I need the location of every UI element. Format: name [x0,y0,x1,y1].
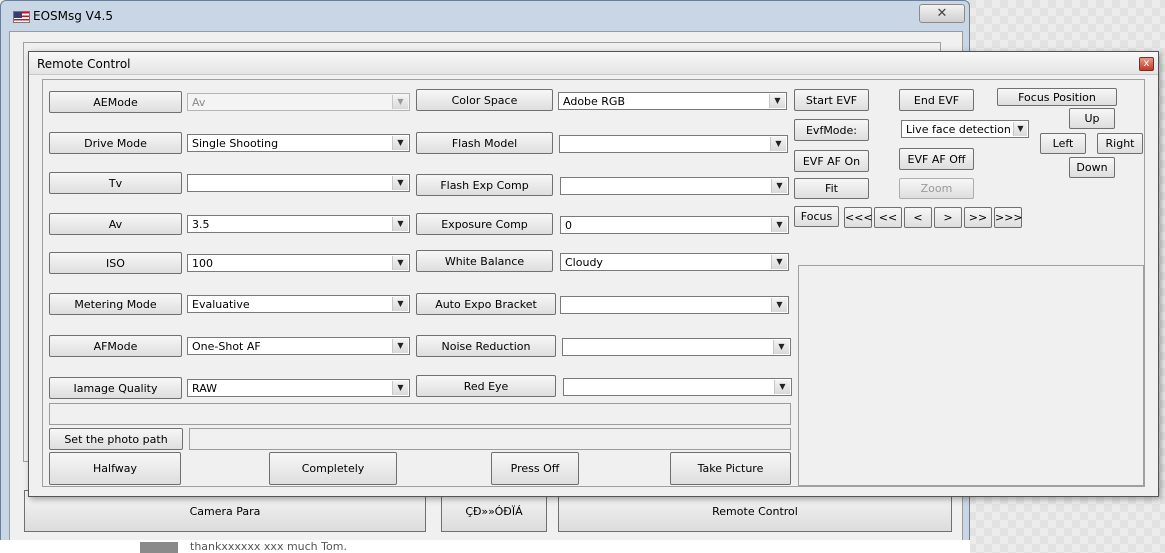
auto-expo-bracket-select[interactable]: ▼ [560,296,789,314]
focus-step-button[interactable]: < [904,207,932,228]
focus-down-button[interactable]: Down [1069,157,1115,178]
live-view-area [798,265,1144,486]
chevron-down-icon: ▼ [774,380,790,394]
evf-af-on-button[interactable]: EVF AF On [794,150,869,172]
afmode-select-value: One-Shot AF [192,340,261,353]
focus-step-button[interactable]: <<< [844,207,873,228]
chevron-down-icon: ▼ [392,136,408,150]
iamage-quality-select[interactable]: RAW ▼ [187,379,410,397]
focus-step-button[interactable]: > [934,207,962,228]
av-select-value: 3.5 [192,218,210,231]
aemode-select-value: Av [192,96,206,109]
metering-mode-select[interactable]: Evaluative ▼ [187,295,410,313]
flash-model-select[interactable]: ▼ [559,135,788,153]
press-off-button[interactable]: Press Off [491,452,579,485]
iso-select-value: 100 [192,257,213,270]
chevron-down-icon: ▼ [771,179,787,193]
chevron-down-icon: ▼ [1013,122,1027,136]
main-close-button[interactable]: ✕ [919,4,965,23]
chevron-down-icon: ▼ [771,255,787,269]
tv-select[interactable]: ▼ [187,174,410,192]
photo-path-field[interactable] [189,428,791,450]
focus-position-button[interactable]: Focus Position [997,88,1117,106]
chevron-down-icon: ▼ [392,339,408,353]
red-eye-button[interactable]: Red Eye [416,375,556,397]
iso-button[interactable]: ISO [49,252,182,274]
metering-mode-button[interactable]: Metering Mode [49,293,182,315]
aemode-select[interactable]: Av ▼ [187,93,410,111]
flash-exp-comp-button[interactable]: Flash Exp Comp [416,174,553,196]
focus-step-button[interactable]: >>> [994,207,1023,228]
end-evf-button[interactable]: End EVF [899,89,974,111]
take-picture-button[interactable]: Take Picture [670,452,791,485]
white-balance-select-value: Cloudy [565,256,603,269]
afmode-button[interactable]: AFMode [49,335,182,357]
iso-select[interactable]: 100 ▼ [187,254,410,272]
focus-up-button[interactable]: Up [1069,108,1115,129]
remote-control-titlebar[interactable]: Remote Control x [29,52,1158,75]
color-space-select[interactable]: Adobe RGB ▼ [558,92,787,110]
exposure-comp-select[interactable]: 0 ▼ [560,216,789,234]
drive-mode-select[interactable]: Single Shooting ▼ [187,134,410,152]
noise-reduction-button[interactable]: Noise Reduction [416,335,556,357]
status-bar [49,403,791,425]
evf-mode-button[interactable]: EvfMode: [794,119,869,141]
fit-button[interactable]: Fit [794,178,869,199]
afmode-select[interactable]: One-Shot AF ▼ [187,337,410,355]
focus-step-button[interactable]: << [874,207,902,228]
main-window-title: EOSMsg V4.5 [33,9,113,23]
chevron-down-icon: ▼ [773,340,789,354]
remote-control-close-button[interactable]: x [1139,57,1154,71]
exposure-comp-button[interactable]: Exposure Comp [416,213,553,235]
chevron-down-icon: ▼ [392,176,408,190]
noise-reduction-select[interactable]: ▼ [562,338,791,356]
remote-control-window: Remote Control x AEMode Av ▼ Drive Mode Sing… [28,51,1159,497]
remote-control-title: Remote Control [37,57,131,71]
chevron-down-icon: ▼ [769,94,785,108]
flash-model-button[interactable]: Flash Model [416,132,553,154]
aemode-button[interactable]: AEMode [49,91,182,113]
completely-button[interactable]: Completely [269,452,397,485]
evf-af-off-button[interactable]: EVF AF Off [899,148,974,170]
exposure-comp-select-value: 0 [565,219,572,232]
set-photo-path-button[interactable]: Set the photo path [49,428,183,450]
auto-expo-bracket-button[interactable]: Auto Expo Bracket [416,293,556,315]
focus-button[interactable]: Focus [794,206,839,227]
white-balance-select[interactable]: Cloudy ▼ [560,253,789,271]
chevron-down-icon: ▼ [771,298,787,312]
chevron-down-icon: ▼ [771,218,787,232]
drive-mode-button[interactable]: Drive Mode [49,132,182,154]
remote-control-panel: AEMode Av ▼ Drive Mode Single Shooting ▼ Tv ▼ Av… [42,79,1145,487]
start-evf-button[interactable]: Start EVF [794,89,869,111]
chevron-down-icon: ▼ [392,95,408,109]
evf-mode-select[interactable]: Live face detection mo ▼ [901,120,1029,138]
focus-right-button[interactable]: Right [1097,133,1143,154]
color-space-select-value: Adobe RGB [563,95,626,108]
background-thumbnail [140,542,178,553]
red-eye-select[interactable]: ▼ [563,378,792,396]
iamage-quality-select-value: RAW [192,382,217,395]
evf-mode-value: Live face detection mo [906,123,1012,136]
background-text: thankxxxxxx xxx much Tom. [190,540,347,553]
chevron-down-icon: ▼ [392,297,408,311]
tv-button[interactable]: Tv [49,172,182,194]
chevron-down-icon: ▼ [392,217,408,231]
halfway-button[interactable]: Halfway [49,452,181,485]
chevron-down-icon: ▼ [392,256,408,270]
color-space-button[interactable]: Color Space [416,89,553,111]
focus-left-button[interactable]: Left [1040,133,1086,154]
app-flag-icon [13,11,30,23]
iamage-quality-button[interactable]: Iamage Quality [49,377,182,399]
av-button[interactable]: Av [49,213,182,235]
zoom-button[interactable]: Zoom [899,178,974,199]
av-select[interactable]: 3.5 ▼ [187,215,410,233]
flash-exp-comp-select[interactable]: ▼ [560,177,789,195]
chevron-down-icon: ▼ [770,137,786,151]
drive-mode-select-value: Single Shooting [192,137,279,150]
focus-step-button[interactable]: >> [964,207,992,228]
chevron-down-icon: ▼ [392,381,408,395]
white-balance-button[interactable]: White Balance [416,250,553,272]
metering-mode-select-value: Evaluative [192,298,250,311]
